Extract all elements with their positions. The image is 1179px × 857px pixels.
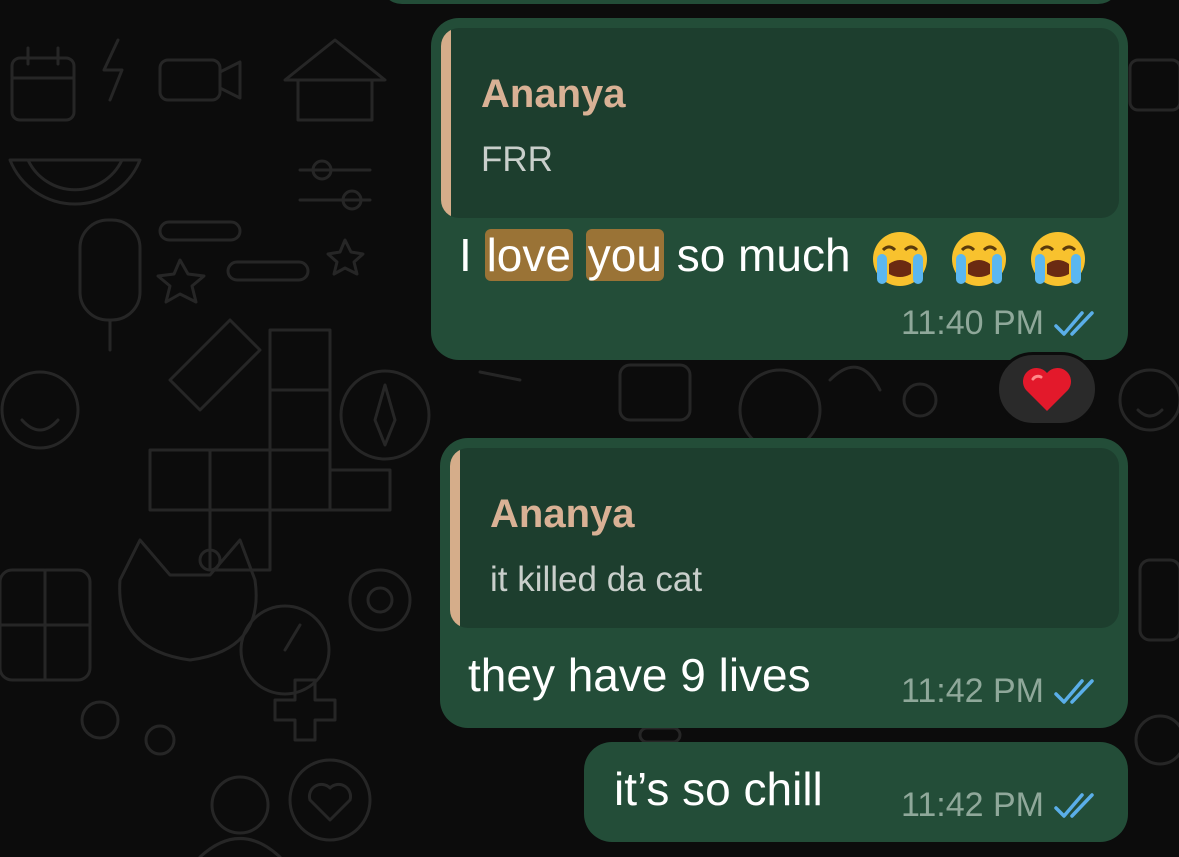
double-check-read-icon bbox=[1054, 310, 1094, 336]
double-check-read-icon bbox=[1054, 792, 1094, 818]
message-meta: 11:42 PM bbox=[901, 786, 1100, 825]
search-highlight: love bbox=[484, 229, 573, 281]
message-text: it’s so chill bbox=[614, 763, 823, 815]
double-check-read-icon bbox=[1054, 678, 1094, 704]
quote-text: FRR bbox=[481, 140, 553, 179]
quoted-reply[interactable]: Ananya it killed da cat bbox=[450, 448, 1119, 628]
message-text-suffix: so much bbox=[676, 229, 851, 281]
message-reaction[interactable] bbox=[996, 352, 1098, 426]
quote-accent-bar bbox=[450, 448, 460, 628]
message-time: 11:42 PM bbox=[900, 672, 1044, 710]
outgoing-message-bubble[interactable]: Ananya FRR I love you so much 11:40 PM bbox=[431, 18, 1128, 360]
message-text: I love you so much bbox=[459, 228, 1087, 288]
message-time: 11:40 PM bbox=[900, 304, 1044, 342]
red-heart-icon bbox=[1022, 367, 1072, 411]
loudly-crying-face-icon bbox=[873, 231, 928, 286]
outgoing-message-bubble[interactable]: it’s so chill 11:42 PM bbox=[584, 742, 1128, 842]
quote-author: Ananya bbox=[490, 492, 635, 536]
previous-message-bubble[interactable] bbox=[380, 0, 1120, 4]
message-meta: 11:42 PM bbox=[901, 672, 1100, 711]
message-text-prefix: I bbox=[459, 229, 472, 281]
chat-view[interactable]: Ananya FRR I love you so much 11:40 PM A… bbox=[0, 0, 1179, 857]
quote-accent-bar bbox=[441, 28, 451, 218]
quoted-reply[interactable]: Ananya FRR bbox=[441, 28, 1119, 218]
message-time: 11:42 PM bbox=[900, 786, 1044, 824]
quote-author: Ananya bbox=[481, 72, 626, 116]
loudly-crying-face-icon bbox=[952, 231, 1007, 286]
search-highlight: you bbox=[585, 229, 664, 281]
loudly-crying-face-icon bbox=[1030, 231, 1085, 286]
quote-text: it killed da cat bbox=[490, 560, 703, 599]
message-meta: 11:40 PM bbox=[901, 304, 1100, 343]
outgoing-message-bubble[interactable]: Ananya it killed da cat they have 9 live… bbox=[440, 438, 1128, 728]
message-text: they have 9 lives bbox=[468, 649, 811, 701]
